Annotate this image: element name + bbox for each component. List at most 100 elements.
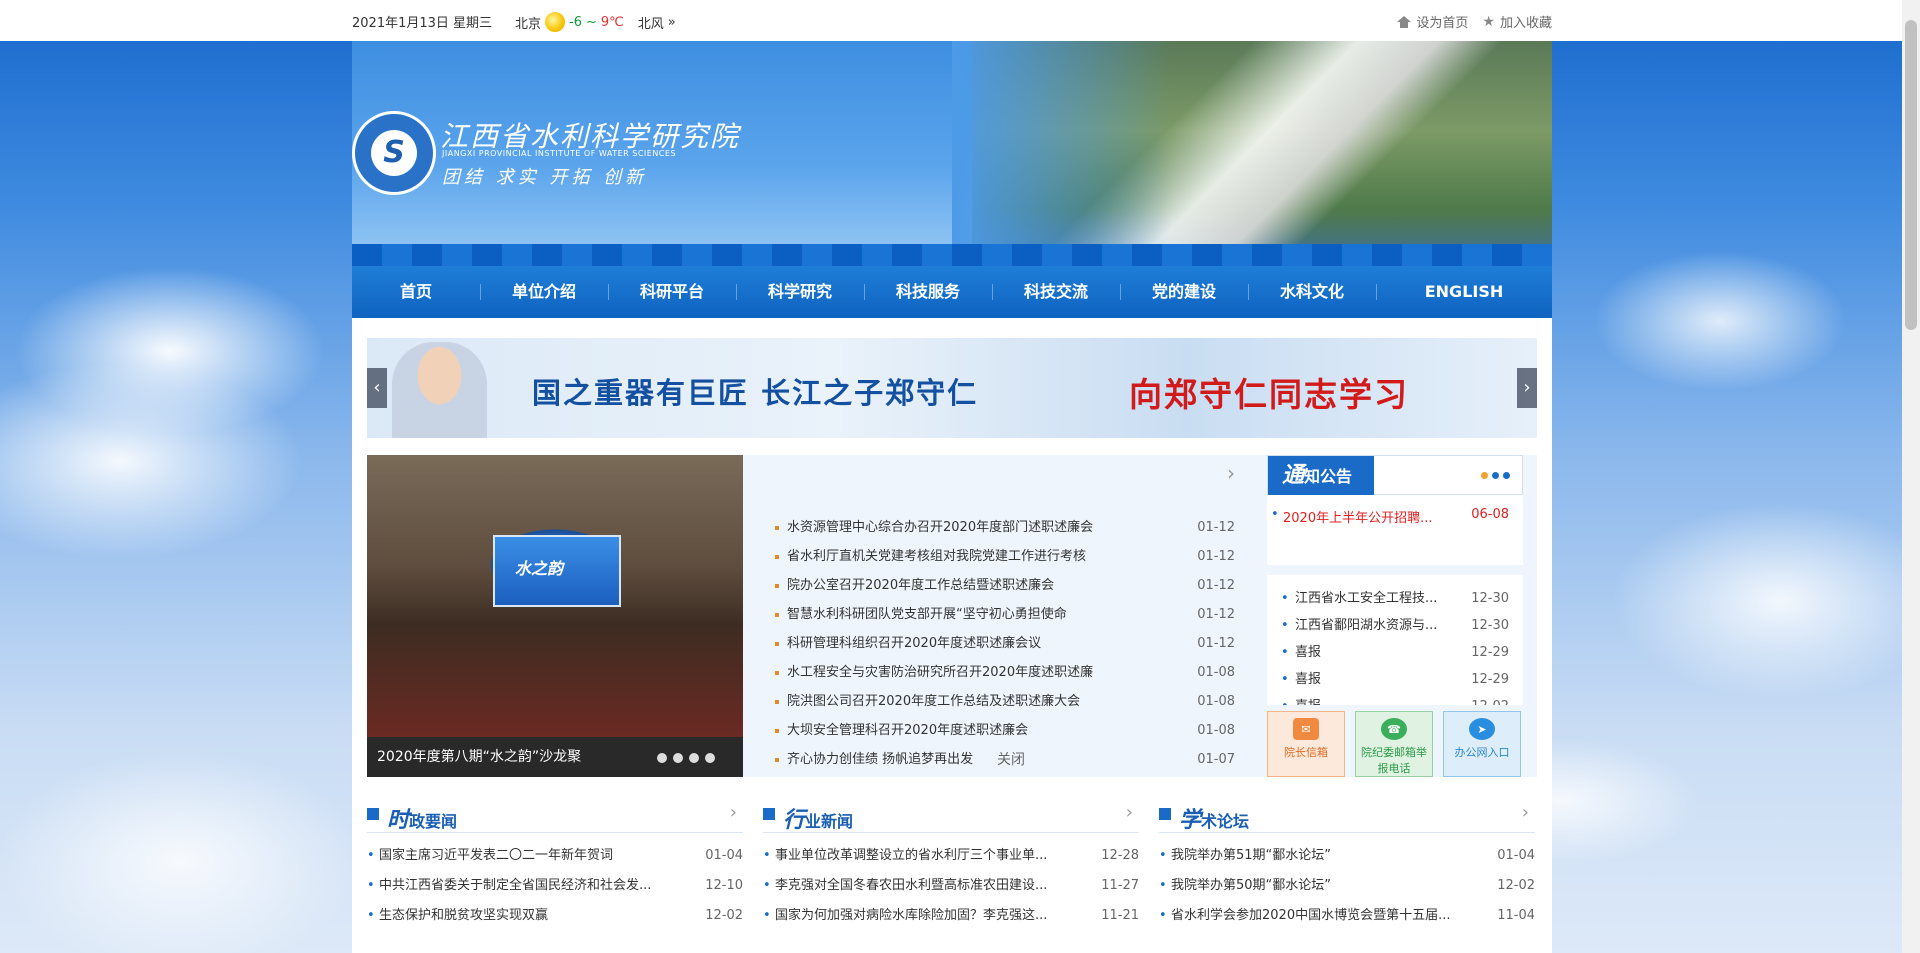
article-title[interactable]: 省水利学会参加2020中国水博览会暨第十五届... [1171, 901, 1450, 931]
column-title[interactable]: 学术论坛 [1179, 802, 1249, 834]
column-more-icon[interactable]: › [730, 802, 737, 823]
list-item[interactable]: 院办公室召开2020年度工作总结暨述职述廉会 01-12 [775, 571, 1235, 600]
list-item[interactable]: 李克强对全国冬春农田水利暨高标准农田建设... 11-27 [763, 871, 1139, 901]
banner-next-button[interactable]: › [1517, 368, 1537, 408]
institute-logo[interactable]: S [352, 111, 436, 195]
hero-banner[interactable]: 国之重器有巨匠 长江之子郑守仁 向郑守仁同志学习 ‹ › [367, 338, 1537, 438]
notice-title[interactable]: 喜报 [1295, 639, 1321, 666]
notice-date: 12-30 [1471, 591, 1509, 606]
slide-dot[interactable] [673, 753, 683, 763]
column-more-icon[interactable]: › [1126, 802, 1133, 823]
list-item[interactable]: 水工程安全与灾害防治研究所召开2020年度述职述廉 01-08 [775, 658, 1235, 687]
article-title[interactable]: 国家主席习近平发表二〇二一年新年贺词 [379, 841, 613, 871]
news-title[interactable]: 智慧水利科研团队党支部开展“坚守初心勇担使命 [775, 600, 1067, 629]
scrollbar-thumb[interactable] [1905, 20, 1917, 330]
list-item[interactable]: 2020年上半年公开招聘... 06-08 [1271, 507, 1509, 526]
column-title[interactable]: 时政要闻 [387, 802, 457, 834]
list-item[interactable]: 中共江西省委关于制定全省国民经济和社会发... 12-10 [367, 871, 743, 901]
list-item[interactable]: 科研管理科组织召开2020年度述职述廉会议 01-12 [775, 629, 1235, 658]
news-more-icon[interactable]: › [1227, 461, 1235, 485]
weather-city: 北京 [515, 16, 542, 32]
discipline-report-button[interactable]: ☎ 院纪委邮箱举报电话 [1355, 711, 1433, 777]
slide-dot[interactable] [657, 753, 667, 763]
nav-about[interactable]: 单位介绍 [480, 266, 608, 318]
article-date: 12-28 [1101, 848, 1139, 863]
news-title[interactable]: 大坝安全管理科召开2020年度述职述廉会 [775, 716, 1028, 745]
article-title[interactable]: 我院举办第50期“鄱水论坛” [1171, 871, 1331, 901]
notice-title[interactable]: 喜报 [1295, 693, 1321, 705]
list-item[interactable]: 大坝安全管理科召开2020年度述职述廉会 01-08 [775, 716, 1235, 745]
list-item[interactable]: 江西省水工安全工程技... 12-30 [1281, 585, 1509, 612]
slide-dot[interactable] [689, 753, 699, 763]
president-mailbox-button[interactable]: ✉ 院长信箱 [1267, 711, 1345, 777]
list-item[interactable]: 喜报 12-29 [1281, 666, 1509, 693]
slide-screen-text: 水之韵 [515, 559, 564, 578]
notice-tab[interactable]: 通知公告 [1268, 456, 1374, 496]
notice-title[interactable]: 2020年上半年公开招聘... [1283, 507, 1432, 526]
news-date: 01-07 [1197, 752, 1235, 767]
list-item[interactable]: 国家主席习近平发表二〇二一年新年贺词 01-04 [367, 841, 743, 871]
news-title[interactable]: 院办公室召开2020年度工作总结暨述职述廉会 [775, 571, 1054, 600]
notice-dot[interactable] [1503, 472, 1510, 479]
slide-dot[interactable] [705, 753, 715, 763]
list-item[interactable]: 智慧水利科研团队党支部开展“坚守初心勇担使命 01-12 [775, 600, 1235, 629]
nav-english[interactable]: ENGLISH [1376, 266, 1552, 318]
news-title[interactable]: 省水利厅直机关党建考核组对我院党建工作进行考核 [775, 542, 1086, 571]
column-more-icon[interactable]: › [1522, 802, 1529, 823]
news-title[interactable]: 科研管理科组织召开2020年度述职述廉会议 [775, 629, 1041, 658]
add-favorite-link[interactable]: ★ 加入收藏 [1482, 12, 1552, 32]
nav-research-platform[interactable]: 科研平台 [608, 266, 736, 318]
header-photo-fade [952, 41, 1172, 266]
page-container: S 江西省水利科学研究院 JIANGXI PROVINCIAL INSTITUT… [352, 41, 1552, 953]
notice-title[interactable]: 江西省水工安全工程技... [1295, 585, 1437, 612]
news-date: 01-12 [1197, 607, 1235, 622]
nav-tech-services[interactable]: 科技服务 [864, 266, 992, 318]
article-title[interactable]: 国家为何加强对病险水库除险加固？李克强这... [775, 901, 1047, 931]
list-item[interactable]: 国家为何加强对病险水库除险加固？李克强这... 11-21 [763, 901, 1139, 931]
list-item[interactable]: 江西省鄱阳湖水资源与... 12-30 [1281, 612, 1509, 639]
news-title[interactable]: 齐心协力创佳绩 扬帆追梦再出发 [775, 745, 973, 774]
nav-party-building[interactable]: 党的建设 [1120, 266, 1248, 318]
list-item[interactable]: 我院举办第50期“鄱水论坛” 12-02 [1159, 871, 1535, 901]
news-title[interactable]: 水工程安全与灾害防治研究所召开2020年度述职述廉 [775, 658, 1093, 687]
page-scrollbar[interactable] [1902, 0, 1920, 953]
article-title[interactable]: 我院举办第51期“鄱水论坛” [1171, 841, 1331, 871]
nav-home[interactable]: 首页 [352, 266, 480, 318]
notice-dot[interactable] [1492, 472, 1499, 479]
nav-water-culture[interactable]: 水科文化 [1248, 266, 1376, 318]
logo-letter: S [371, 130, 417, 176]
article-title[interactable]: 生态保护和脱贫攻坚实现双赢 [379, 901, 548, 931]
notice-title[interactable]: 喜报 [1295, 666, 1321, 693]
list-item[interactable]: 院洪图公司召开2020年度工作总结及述职述廉大会 01-08 [775, 687, 1235, 716]
list-item[interactable]: 喜报 12-02 [1281, 693, 1509, 705]
close-button[interactable]: 关闭 [997, 749, 1025, 769]
list-item[interactable]: 我院举办第51期“鄱水论坛” 01-04 [1159, 841, 1535, 871]
notice-title[interactable]: 江西省鄱阳湖水资源与... [1295, 612, 1437, 639]
banner-prev-button[interactable]: ‹ [367, 368, 387, 408]
notice-date: 12-30 [1471, 618, 1509, 633]
news-title[interactable]: 水资源管理中心综合办召开2020年度部门述职述廉会 [775, 513, 1093, 542]
article-title[interactable]: 事业单位改革调整设立的省水利厅三个事业单... [775, 841, 1047, 871]
nav-tech-exchange[interactable]: 科技交流 [992, 266, 1120, 318]
set-home-link[interactable]: 设为首页 [1397, 12, 1468, 31]
news-slideshow[interactable]: 水之韵 2020年度第八期“水之韵”沙龙聚 [367, 455, 743, 777]
weather-more-icon[interactable]: » [668, 15, 676, 30]
list-item[interactable]: 省水利厅直机关党建考核组对我院党建工作进行考核 01-12 [775, 542, 1235, 571]
article-title[interactable]: 中共江西省委关于制定全省国民经济和社会发... [379, 871, 651, 901]
list-item[interactable]: 事业单位改革调整设立的省水利厅三个事业单... 12-28 [763, 841, 1139, 871]
list-item[interactable]: 生态保护和脱贫攻坚实现双赢 12-02 [367, 901, 743, 931]
list-item[interactable]: 喜报 12-29 [1281, 639, 1509, 666]
article-date: 11-21 [1101, 908, 1139, 923]
nav-scientific-research[interactable]: 科学研究 [736, 266, 864, 318]
list-item[interactable]: 省水利学会参加2020中国水博览会暨第十五届... 11-04 [1159, 901, 1535, 931]
column-title[interactable]: 行业新闻 [783, 802, 853, 834]
article-date: 12-02 [1497, 878, 1535, 893]
phone-icon: ☎ [1381, 718, 1407, 740]
office-portal-button[interactable]: ➤ 办公网入口 [1443, 711, 1521, 777]
banner-text-right: 向郑守仁同志学习 [1129, 375, 1409, 414]
notice-date: 06-08 [1471, 507, 1509, 522]
news-title[interactable]: 院洪图公司召开2020年度工作总结及述职述廉大会 [775, 687, 1080, 716]
notice-dot[interactable] [1481, 472, 1488, 479]
article-title[interactable]: 李克强对全国冬春农田水利暨高标准农田建设... [775, 871, 1047, 901]
list-item[interactable]: 水资源管理中心综合办召开2020年度部门述职述廉会 01-12 [775, 513, 1235, 542]
